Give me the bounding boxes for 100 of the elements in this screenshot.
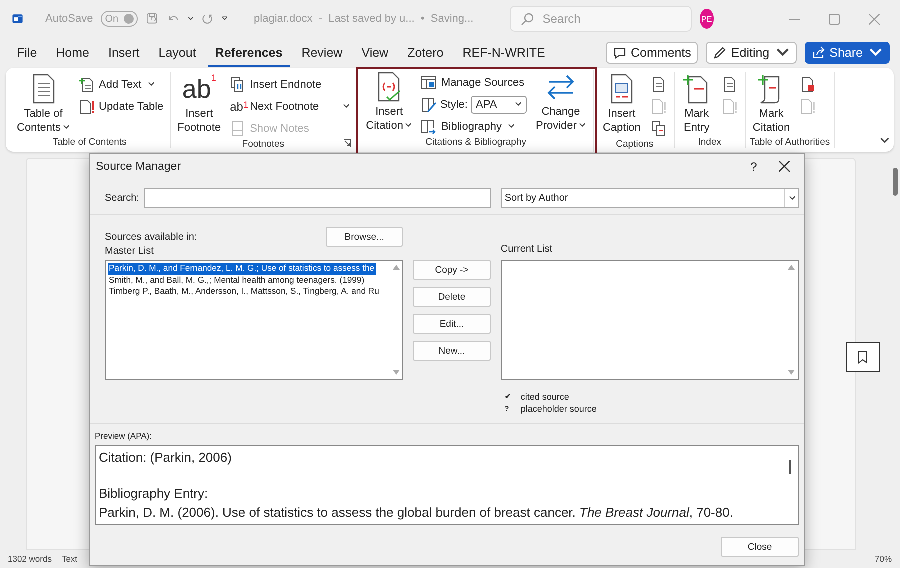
dialog-button[interactable]: Delete (413, 287, 491, 307)
group-label: Citations & Bibliography (426, 137, 526, 148)
current-list-label: Current List (500, 244, 553, 255)
scroll-down-icon[interactable] (392, 370, 400, 375)
share-button[interactable]: Share (804, 42, 890, 64)
caret-icon (514, 101, 522, 108)
autosave-label: AutoSave (46, 13, 94, 25)
source-item[interactable]: Parkin, D. M., and Fernandez, L. M. G.; Use of statistics to assess the (108, 263, 376, 274)
ribbon-button[interactable]: Manage Sources (419, 72, 529, 93)
caret-icon (405, 122, 412, 129)
document-icon (722, 76, 738, 92)
group-label: Captions (616, 139, 654, 150)
comment-icon (612, 46, 627, 60)
search-field[interactable] (144, 188, 491, 208)
menu-tab[interactable]: Home (49, 40, 96, 66)
citation-preview: Citation: (Parkin, 2006) (99, 449, 233, 467)
table-icon (421, 74, 438, 90)
scroll-down-icon[interactable] (788, 370, 796, 375)
pencil-icon (713, 46, 728, 60)
search-icon (520, 12, 535, 26)
document-alert-icon (79, 98, 96, 114)
document-title: plagiar.docx - Last saved by u... • Saving... (254, 13, 474, 25)
source-list[interactable] (105, 260, 404, 380)
bibliography-label: Bibliography Entry: (99, 485, 210, 503)
document-icon (650, 76, 667, 92)
ribbon-button[interactable]: Table of Contents (14, 72, 74, 136)
document-alert-icon (650, 98, 667, 114)
dialog-button[interactable]: Copy -> (413, 260, 491, 280)
group-label: Index (698, 136, 722, 148)
caret-icon (343, 103, 350, 110)
ribbon-button[interactable]: ab$^{1}$ Insert Footnote (174, 72, 224, 139)
scrollbar-thumb[interactable] (789, 460, 791, 474)
caret-icon (789, 194, 796, 202)
source-item[interactable]: Smith, M., and Ball, M. G.,; Mental health among teenagers. (1999) (108, 274, 366, 286)
group-label: Table of Contents (52, 136, 127, 148)
book-pen-icon (421, 96, 438, 112)
zoom-level[interactable]: 70% (874, 554, 892, 564)
document-bracket-icon (230, 76, 246, 92)
scroll-up-icon[interactable] (788, 265, 796, 270)
source-item[interactable]: Timberg P., Baath, M., Andersson, I., Mattsson, S., Tingberg, A. and Ru (108, 286, 380, 298)
master-list-label: Master List (105, 246, 155, 257)
ribbon-button[interactable]: Insert Caption (600, 72, 644, 139)
menu-tab[interactable]: Layout (152, 40, 204, 66)
menu-tab[interactable]: REF-N-WRITE (456, 40, 552, 66)
sort-dropdown[interactable]: Sort by Author (500, 188, 800, 208)
word-count: 1302 words (8, 554, 52, 564)
documents-icon (650, 120, 667, 136)
legend-label: cited source (520, 392, 570, 402)
document-alert-icon (800, 98, 816, 114)
close-icon (778, 161, 790, 172)
bibliography-entry: Parkin, D. M. (2006). Use of statistics to assess the global burden of breast cancer. The Breast Journal, 70-80. (99, 504, 734, 522)
browse-button[interactable]: Browse... (326, 227, 404, 247)
legend-label: placeholder source (520, 404, 597, 414)
dialog-title: Source Manager (96, 160, 182, 172)
caret-icon[interactable] (188, 15, 194, 23)
document-icon (230, 120, 246, 136)
menu-tab[interactable]: Zotero (400, 40, 451, 66)
bookmark-button[interactable] (846, 342, 880, 372)
style-label: Style: (440, 98, 468, 110)
preview-label: Preview (APA): (95, 431, 153, 441)
share-icon (812, 46, 826, 60)
ribbon-button[interactable]: Mark Entry (678, 72, 715, 136)
book-arrow-icon (421, 118, 438, 134)
comments-button[interactable]: Comments (606, 42, 698, 64)
caret-icon (578, 122, 586, 129)
customize-caret-icon[interactable] (222, 15, 228, 23)
ribbon-button[interactable]: ab$^{1}$ Next Footnote (228, 96, 352, 117)
document-plus-icon (79, 76, 96, 92)
ribbon-button[interactable]: Add Text (77, 74, 166, 95)
menu-tab[interactable]: Insert (102, 40, 147, 66)
group-label: Footnotes (242, 139, 285, 150)
close-button[interactable]: Close (721, 537, 799, 557)
document-icon (800, 76, 816, 92)
bookmark-icon (858, 350, 868, 364)
text-mode-label: Text (62, 554, 78, 564)
menu-tab[interactable]: File (10, 40, 44, 66)
menu-tab[interactable]: View (354, 40, 396, 66)
menu-tab[interactable]: Review (294, 40, 350, 66)
ribbon-button[interactable]: Mark Citation (750, 72, 794, 136)
group-label: Table of Authorities (750, 136, 830, 148)
help-button[interactable]: ? (739, 160, 769, 174)
document-alert-icon (722, 98, 738, 114)
editing-mode-button[interactable]: Editing (706, 42, 797, 64)
maximize-icon (828, 14, 840, 24)
style-dropdown[interactable]: APA (470, 96, 527, 114)
ribbon-button[interactable]: Bibliography (419, 116, 529, 137)
dialog-launcher-icon[interactable] (343, 139, 352, 148)
scroll-up-icon[interactable] (392, 265, 400, 270)
ribbon-button[interactable]: Update Table (77, 96, 166, 117)
ribbon-button[interactable]: Change Provider (532, 70, 589, 137)
scrollbar-thumb[interactable] (893, 168, 898, 196)
ribbon-button[interactable]: Insert Endnote (228, 74, 352, 95)
dialog-button[interactable]: Edit... (413, 314, 491, 334)
search-label: Search: (105, 192, 140, 204)
dialog-button[interactable]: New... (413, 341, 491, 361)
collapse-ribbon-icon[interactable] (880, 136, 890, 146)
caret-icon (508, 123, 516, 130)
source-list[interactable] (500, 260, 799, 380)
user-avatar[interactable]: PE (700, 9, 714, 29)
ribbon-button[interactable]: Insert Citation (363, 70, 416, 137)
